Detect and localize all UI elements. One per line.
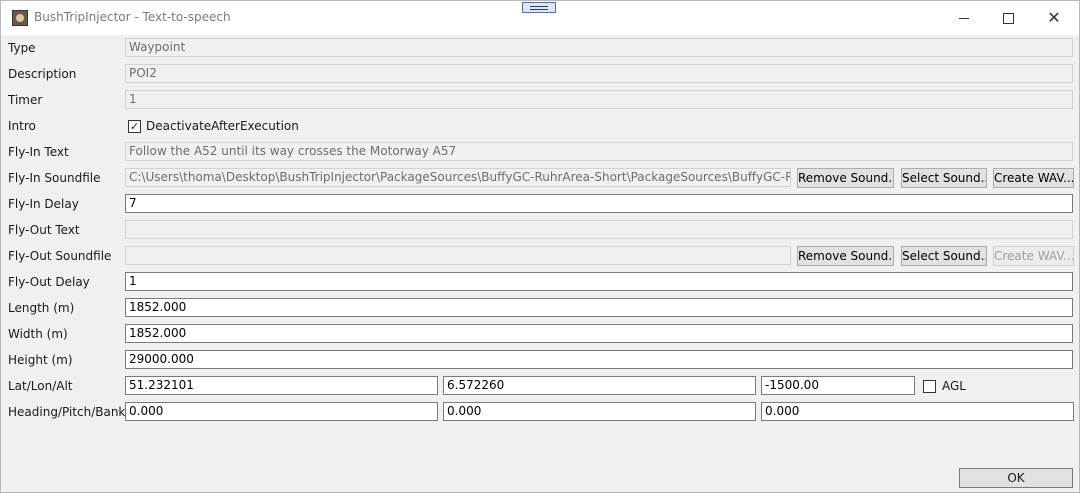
drag-handle-icon[interactable] — [522, 2, 556, 13]
fly-out-delay-label: Fly-Out Delay — [8, 275, 90, 289]
fly-in-remove-sound-button[interactable]: Remove Sound... — [797, 168, 894, 188]
timer-label: Timer — [8, 93, 43, 107]
lat-lon-alt-label: Lat/Lon/Alt — [8, 379, 73, 393]
fly-in-delay-label: Fly-In Delay — [8, 197, 79, 211]
close-button[interactable]: ✕ — [1031, 1, 1077, 34]
intro-label: Intro — [8, 119, 36, 133]
fly-out-delay-input[interactable]: 1 — [125, 272, 1073, 291]
fly-in-select-sound-button[interactable]: Select Sound... — [901, 168, 987, 188]
window-title: BushTripInjector - Text-to-speech — [34, 10, 231, 24]
heading-input[interactable]: 0.000 — [125, 402, 438, 421]
type-field[interactable]: Waypoint — [125, 38, 1073, 57]
fly-out-create-wav-button[interactable]: Create WAV... — [993, 246, 1074, 266]
bank-input[interactable]: 0.000 — [761, 402, 1074, 421]
fly-in-soundfile-label: Fly-In Soundfile — [8, 171, 101, 185]
height-label: Height (m) — [8, 353, 73, 367]
dialog-window: BushTripInjector - Text-to-speech ✕ Type… — [0, 0, 1080, 493]
deactivate-after-execution-label: DeactivateAfterExecution — [146, 119, 299, 133]
timer-field[interactable]: 1 — [125, 90, 1073, 109]
fly-in-delay-input[interactable]: 7 — [125, 194, 1073, 213]
maximize-icon — [1002, 13, 1014, 24]
altitude-input[interactable]: -1500.00 — [761, 376, 915, 395]
minimize-icon — [959, 18, 969, 19]
fly-out-soundfile-field[interactable] — [125, 246, 791, 265]
ok-button[interactable]: OK — [959, 468, 1073, 488]
title-bar: BushTripInjector - Text-to-speech ✕ — [1, 1, 1079, 35]
heading-pitch-bank-label: Heading/Pitch/Bank — [8, 405, 126, 419]
deactivate-after-execution-checkbox[interactable]: ✓ — [128, 120, 141, 133]
minimize-button[interactable] — [941, 1, 987, 34]
length-input[interactable]: 1852.000 — [125, 298, 1073, 317]
height-input[interactable]: 29000.000 — [125, 350, 1073, 369]
width-input[interactable]: 1852.000 — [125, 324, 1073, 343]
fly-in-text-field[interactable]: Follow the A52 until its way crosses the… — [125, 142, 1073, 161]
app-icon — [12, 10, 28, 26]
checkmark-icon: ✓ — [129, 120, 140, 133]
fly-in-create-wav-button[interactable]: Create WAV... — [993, 168, 1074, 188]
fly-out-soundfile-label: Fly-Out Soundfile — [8, 249, 112, 263]
longitude-input[interactable]: 6.572260 — [443, 376, 756, 395]
width-label: Width (m) — [8, 327, 68, 341]
description-label: Description — [8, 67, 77, 81]
type-label: Type — [8, 41, 36, 55]
agl-label: AGL — [942, 379, 966, 393]
fly-out-select-sound-button[interactable]: Select Sound... — [901, 246, 987, 266]
latitude-input[interactable]: 51.232101 — [125, 376, 438, 395]
close-icon: ✕ — [1047, 8, 1061, 27]
maximize-button[interactable] — [985, 1, 1031, 34]
fly-out-text-field[interactable] — [125, 220, 1073, 239]
fly-out-remove-sound-button[interactable]: Remove Sound... — [797, 246, 894, 266]
fly-out-text-label: Fly-Out Text — [8, 223, 80, 237]
description-field[interactable]: POI2 — [125, 64, 1073, 83]
pitch-input[interactable]: 0.000 — [443, 402, 756, 421]
agl-checkbox[interactable] — [923, 380, 936, 393]
length-label: Length (m) — [8, 301, 75, 315]
fly-in-soundfile-field[interactable]: C:\Users\thoma\Desktop\BushTripInjector\… — [125, 168, 791, 187]
fly-in-text-label: Fly-In Text — [8, 145, 69, 159]
